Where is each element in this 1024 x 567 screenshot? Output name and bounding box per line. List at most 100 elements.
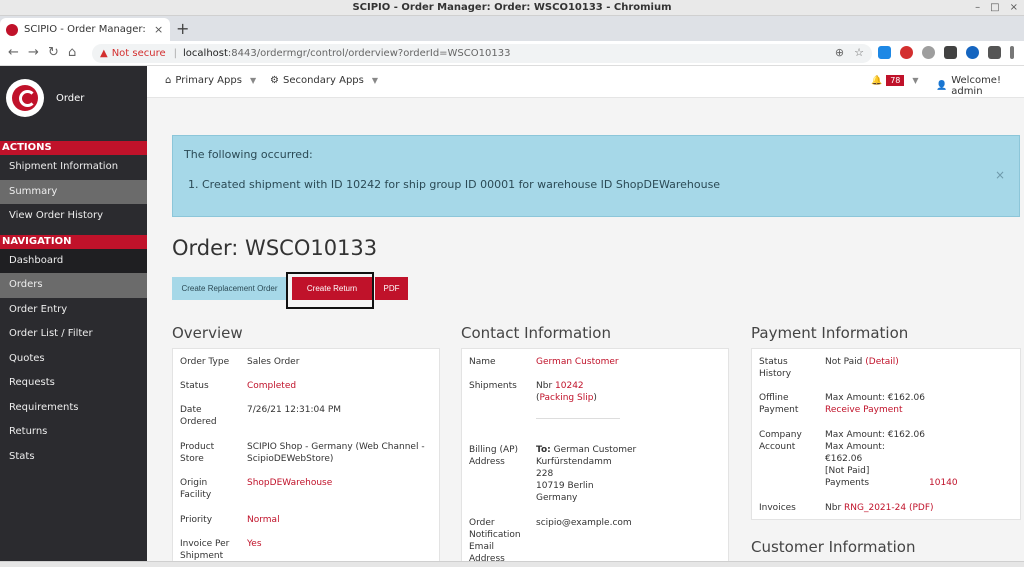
tab-strip: SCIPIO - Order Manager: O × + [0, 16, 1024, 41]
app-top-bar: ⌂ Primary Apps ▼ ⚙ Secondary Apps ▼ 🔔 78… [147, 66, 1024, 98]
payment-label: Invoices [759, 503, 796, 513]
secondary-apps-label: Secondary Apps [282, 75, 364, 86]
url-path: :8443/ordermgr/control/orderview?orderId… [227, 48, 511, 59]
highlight-box [286, 272, 374, 309]
browser-tab[interactable]: SCIPIO - Order Manager: O × [0, 18, 170, 41]
customer-name-link[interactable]: German Customer [536, 356, 619, 368]
overview-title: Overview [172, 324, 243, 342]
contact-panel: Name German Customer Shipments Nbr 10242… [461, 348, 729, 567]
alert-title: The following occurred: [184, 148, 313, 161]
address-bar[interactable]: ▲ Not secure | localhost:8443/ordermgr/c… [92, 44, 872, 63]
origin-facility-link[interactable]: ShopDEWarehouse [247, 477, 332, 489]
main-content: The following occurred: 1. Created shipm… [147, 98, 1024, 567]
sidebar-item-dashboard[interactable]: Dashboard [0, 248, 147, 273]
payment-label: Status History [759, 357, 792, 379]
window-title: SCIPIO - Order Manager: Order: WSCO10133… [352, 2, 672, 13]
detail-link[interactable]: Detail [869, 357, 896, 367]
taskbar [0, 561, 1024, 567]
pdf-button[interactable]: PDF [375, 277, 408, 300]
scipio-logo-icon [6, 79, 44, 117]
invoice-pdf-link[interactable]: PDF [912, 503, 930, 513]
browser-toolbar: ← → ↻ ⌂ ▲ Not secure | localhost:8443/or… [0, 41, 1024, 66]
payment-label: Company Account [759, 430, 802, 452]
overview-panel: Order Type Sales Order Status Completed … [172, 348, 440, 567]
extension-icon[interactable] [966, 46, 979, 59]
close-icon[interactable]: × [995, 168, 1005, 182]
page-title: Order: WSCO10133 [172, 236, 378, 260]
sidebar-item-requests[interactable]: Requests [0, 371, 147, 396]
primary-apps-menu[interactable]: ⌂ Primary Apps ▼ [165, 75, 256, 86]
navigation-header: NAVIGATION [0, 234, 147, 249]
sidebar-item-order-entry[interactable]: Order Entry [0, 298, 147, 323]
payment-title: Payment Information [751, 324, 909, 342]
warning-icon: ▲ [100, 48, 108, 59]
home-icon[interactable]: ⌂ [68, 45, 76, 61]
sidebar-item-requirements[interactable]: Requirements [0, 396, 147, 421]
user-icon: 👤 [936, 81, 948, 91]
new-tab-icon[interactable]: + [176, 20, 189, 38]
not-secure-label[interactable]: Not secure [112, 48, 166, 59]
reload-icon[interactable]: ↻ [48, 45, 59, 61]
receive-payment-link[interactable]: Receive Payment [825, 404, 903, 416]
overview-label: Priority [180, 515, 213, 525]
contact-label: Billing (AP) Address [469, 445, 519, 467]
maximize-icon[interactable]: □ [990, 0, 999, 16]
extension-icon[interactable] [878, 46, 891, 59]
tab-close-icon[interactable]: × [154, 23, 164, 36]
puzzle-icon[interactable] [988, 46, 1001, 59]
window-controls: – □ × [975, 0, 1018, 16]
secondary-apps-menu[interactable]: ⚙ Secondary Apps ▼ [270, 75, 378, 86]
close-window-icon[interactable]: × [1010, 0, 1018, 16]
priority-link[interactable]: Normal [247, 514, 280, 526]
divider [536, 418, 620, 419]
shipment-id-link[interactable]: 10242 [555, 381, 584, 391]
payments-id-link[interactable]: 10140 [929, 477, 958, 489]
overview-label: Date Ordered [180, 405, 217, 427]
brand-name: Order [56, 92, 85, 104]
bookmark-star-icon[interactable]: ☆ [854, 46, 864, 59]
notifications-menu[interactable]: 🔔 78 ▼ [871, 75, 919, 86]
overview-label: Invoice Per Shipment [180, 539, 230, 561]
sidebar: Order ACTIONS Shipment Information Summa… [0, 66, 147, 567]
sidebar-item-shipment-information[interactable]: Shipment Information [0, 155, 147, 180]
omnibox-actions: ⊕ ☆ [835, 46, 864, 59]
chevron-down-icon: ▼ [912, 76, 919, 85]
sidebar-item-orders[interactable]: Orders [0, 273, 147, 298]
minimize-icon[interactable]: – [975, 0, 980, 16]
actions-header: ACTIONS [0, 141, 147, 155]
extension-icons [878, 46, 1014, 59]
forward-icon[interactable]: → [28, 45, 39, 61]
brand[interactable]: Order [0, 66, 147, 130]
user-menu[interactable]: 👤 Welcome! admin [936, 75, 1024, 97]
invoice-id-link[interactable]: RNG_2021-24 [844, 503, 906, 513]
sidebar-item-returns[interactable]: Returns [0, 420, 147, 445]
create-replacement-order-button[interactable]: Create Replacement Order [172, 277, 287, 300]
sidebar-item-stats[interactable]: Stats [0, 445, 147, 470]
gear-icon: ⚙ [270, 75, 279, 86]
alert-message: 1. Created shipment with ID 10242 for sh… [188, 178, 721, 191]
payment-status: Not Paid (Detail) [825, 357, 899, 367]
extension-icon[interactable] [922, 46, 935, 59]
back-icon[interactable]: ← [8, 45, 19, 61]
sidebar-item-view-order-history[interactable]: View Order History [0, 204, 147, 229]
tab-title: SCIPIO - Order Manager: O [24, 24, 148, 35]
chevron-down-icon: ▼ [249, 76, 257, 85]
contact-label: Shipments [469, 381, 517, 391]
menu-icon[interactable] [1010, 46, 1014, 59]
sidebar-item-summary[interactable]: Summary [0, 179, 147, 204]
url-separator: | [173, 48, 178, 59]
welcome-label: Welcome! admin [951, 75, 1001, 97]
zoom-icon[interactable]: ⊕ [835, 46, 844, 59]
adblock-icon[interactable] [900, 46, 913, 59]
packing-slip-link[interactable]: Packing Slip [540, 393, 594, 403]
company-max: Max Amount: €162.06 Max Amount: €162.06 … [825, 430, 925, 488]
sidebar-item-order-list-filter[interactable]: Order List / Filter [0, 322, 147, 347]
billing-to: To: German Customer [536, 445, 637, 455]
extension-icon[interactable] [944, 46, 957, 59]
overview-value: SCIPIO Shop - Germany (Web Channel - Sci… [247, 442, 425, 464]
sidebar-item-quotes[interactable]: Quotes [0, 347, 147, 372]
status-link[interactable]: Completed [247, 380, 296, 392]
chevron-down-icon: ▼ [371, 76, 379, 85]
invoice-per-shipment-link[interactable]: Yes [247, 538, 262, 550]
shipment-value: Nbr 10242 [536, 381, 584, 391]
